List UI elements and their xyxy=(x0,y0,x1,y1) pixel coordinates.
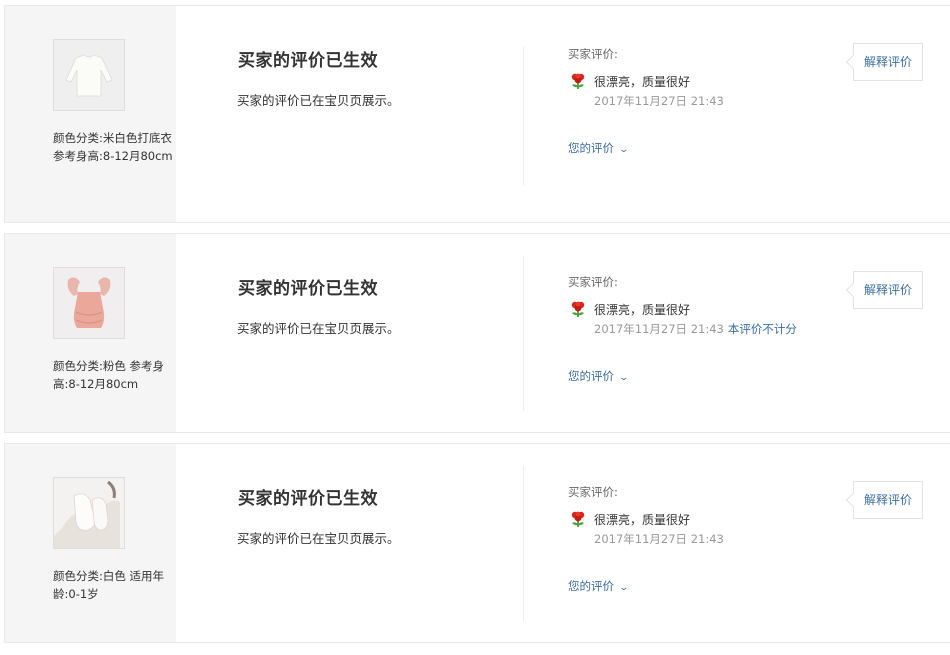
review-timestamp: 2017年11月27日 21:43 xyxy=(594,322,724,336)
review-time: 2017年11月27日 21:43 xyxy=(594,93,724,109)
chevron-down-icon: ⌄ xyxy=(618,583,630,593)
review-list: 颜色分类:米白色打底衣 参考身高:8-12月80cm 买家的评价已生效 买家的评… xyxy=(0,0,950,655)
explain-review-button[interactable]: 解释评价 xyxy=(853,271,923,309)
review-text: 很漂亮，质量很好 xyxy=(594,75,691,89)
sku-info: 颜色分类:粉色 参考身高:8-12月80cm xyxy=(53,359,165,391)
buyer-review-label: 买家评价: xyxy=(568,485,618,499)
sku-info: 颜色分类:白色 适用年龄:0-1岁 xyxy=(53,569,165,601)
review-time: 2017年11月27日 21:43 xyxy=(594,531,724,547)
status-description: 买家的评价已在宝贝页展示。 xyxy=(237,531,400,546)
pink-romper-image xyxy=(54,268,124,338)
review-card: 颜色分类:粉色 参考身高:8-12月80cm 买家的评价已生效 买家的评价已在宝… xyxy=(4,233,950,433)
explain-review-button[interactable]: 解释评价 xyxy=(853,481,923,519)
sku-info: 颜色分类:米白色打底衣 参考身高:8-12月80cm xyxy=(53,131,173,163)
explain-review-button[interactable]: 解释评价 xyxy=(853,43,923,81)
divider xyxy=(523,466,524,621)
review-card: 颜色分类:米白色打底衣 参考身高:8-12月80cm 买家的评价已生效 买家的评… xyxy=(4,5,950,223)
status-title: 买家的评价已生效 xyxy=(238,279,378,299)
your-review-toggle[interactable]: 您的评价 ⌄ xyxy=(568,140,630,156)
status-title: 买家的评价已生效 xyxy=(238,51,378,71)
status-title: 买家的评价已生效 xyxy=(238,489,378,509)
not-counted-link[interactable]: 本评价不计分 xyxy=(728,322,797,336)
red-flower-icon xyxy=(571,73,585,89)
your-review-toggle[interactable]: 您的评价 ⌄ xyxy=(568,578,630,594)
review-timestamp: 2017年11月27日 21:43 xyxy=(594,94,724,108)
status-description: 买家的评价已在宝贝页展示。 xyxy=(237,93,400,108)
product-panel: 颜色分类:粉色 参考身高:8-12月80cm xyxy=(5,234,176,432)
red-flower-icon xyxy=(571,511,585,527)
product-thumbnail[interactable] xyxy=(53,477,125,549)
white-socks-image xyxy=(54,478,124,548)
product-thumbnail[interactable] xyxy=(53,267,125,339)
chevron-down-icon: ⌄ xyxy=(618,373,630,383)
product-panel: 颜色分类:米白色打底衣 参考身高:8-12月80cm xyxy=(5,6,176,222)
white-top-image xyxy=(54,40,124,110)
product-thumbnail[interactable] xyxy=(53,39,125,111)
your-review-label: 您的评价 xyxy=(568,369,614,383)
review-text: 很漂亮，质量很好 xyxy=(594,513,691,527)
review-card: 颜色分类:白色 适用年龄:0-1岁 买家的评价已生效 买家的评价已在宝贝页展示。… xyxy=(4,443,950,643)
review-time: 2017年11月27日 21:43 本评价不计分 xyxy=(594,321,797,337)
red-flower-icon xyxy=(571,301,585,317)
review-timestamp: 2017年11月27日 21:43 xyxy=(594,532,724,546)
buyer-review-label: 买家评价: xyxy=(568,275,618,289)
your-review-label: 您的评价 xyxy=(568,141,614,155)
your-review-toggle[interactable]: 您的评价 ⌄ xyxy=(568,368,630,384)
buyer-review-label: 买家评价: xyxy=(568,47,618,61)
product-panel: 颜色分类:白色 适用年龄:0-1岁 xyxy=(5,444,176,642)
chevron-down-icon: ⌄ xyxy=(618,145,630,155)
review-text: 很漂亮，质量很好 xyxy=(594,303,691,317)
divider xyxy=(523,46,524,186)
divider xyxy=(523,256,524,411)
your-review-label: 您的评价 xyxy=(568,579,614,593)
status-description: 买家的评价已在宝贝页展示。 xyxy=(237,321,400,336)
